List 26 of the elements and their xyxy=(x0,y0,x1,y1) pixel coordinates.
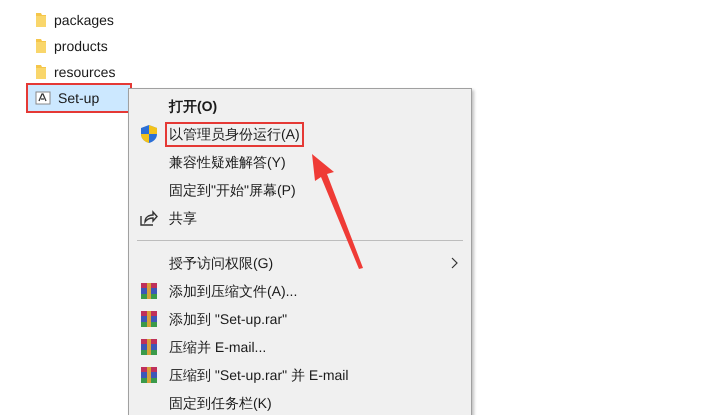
shield-icon xyxy=(140,124,158,144)
menu-item[interactable]: 添加到压缩文件(A)... xyxy=(129,277,471,305)
menu-item[interactable]: 压缩并 E-mail... xyxy=(129,333,471,361)
folder-icon xyxy=(35,38,47,54)
file-item[interactable]: products xyxy=(28,33,130,59)
archive-icon xyxy=(140,282,158,300)
menu-item[interactable]: 固定到"开始"屏幕(P) xyxy=(129,176,471,204)
share-icon xyxy=(140,210,158,226)
app-icon xyxy=(35,90,51,106)
menu-item[interactable]: 授予访问权限(G) xyxy=(129,249,471,277)
folder-icon xyxy=(35,64,47,80)
file-item[interactable]: packages xyxy=(28,7,130,33)
menu-item[interactable]: 添加到 "Set-up.rar" xyxy=(129,305,471,333)
file-item[interactable]: resources xyxy=(28,59,130,85)
menu-item[interactable]: 压缩到 "Set-up.rar" 并 E-mail xyxy=(129,361,471,389)
chevron-right-icon xyxy=(451,257,459,269)
menu-item[interactable]: 共享 xyxy=(129,204,471,232)
archive-icon xyxy=(140,366,158,384)
archive-icon xyxy=(140,310,158,328)
menu-item[interactable]: 固定到任务栏(K) xyxy=(129,389,471,415)
file-item[interactable]: Set-up xyxy=(28,85,130,111)
folder-icon xyxy=(35,12,47,28)
menu-item[interactable]: 打开(O) xyxy=(129,92,471,120)
menu-item[interactable]: 兼容性疑难解答(Y) xyxy=(129,148,471,176)
archive-icon xyxy=(140,338,158,356)
menu-item[interactable]: 以管理员身份运行(A) xyxy=(129,120,471,148)
